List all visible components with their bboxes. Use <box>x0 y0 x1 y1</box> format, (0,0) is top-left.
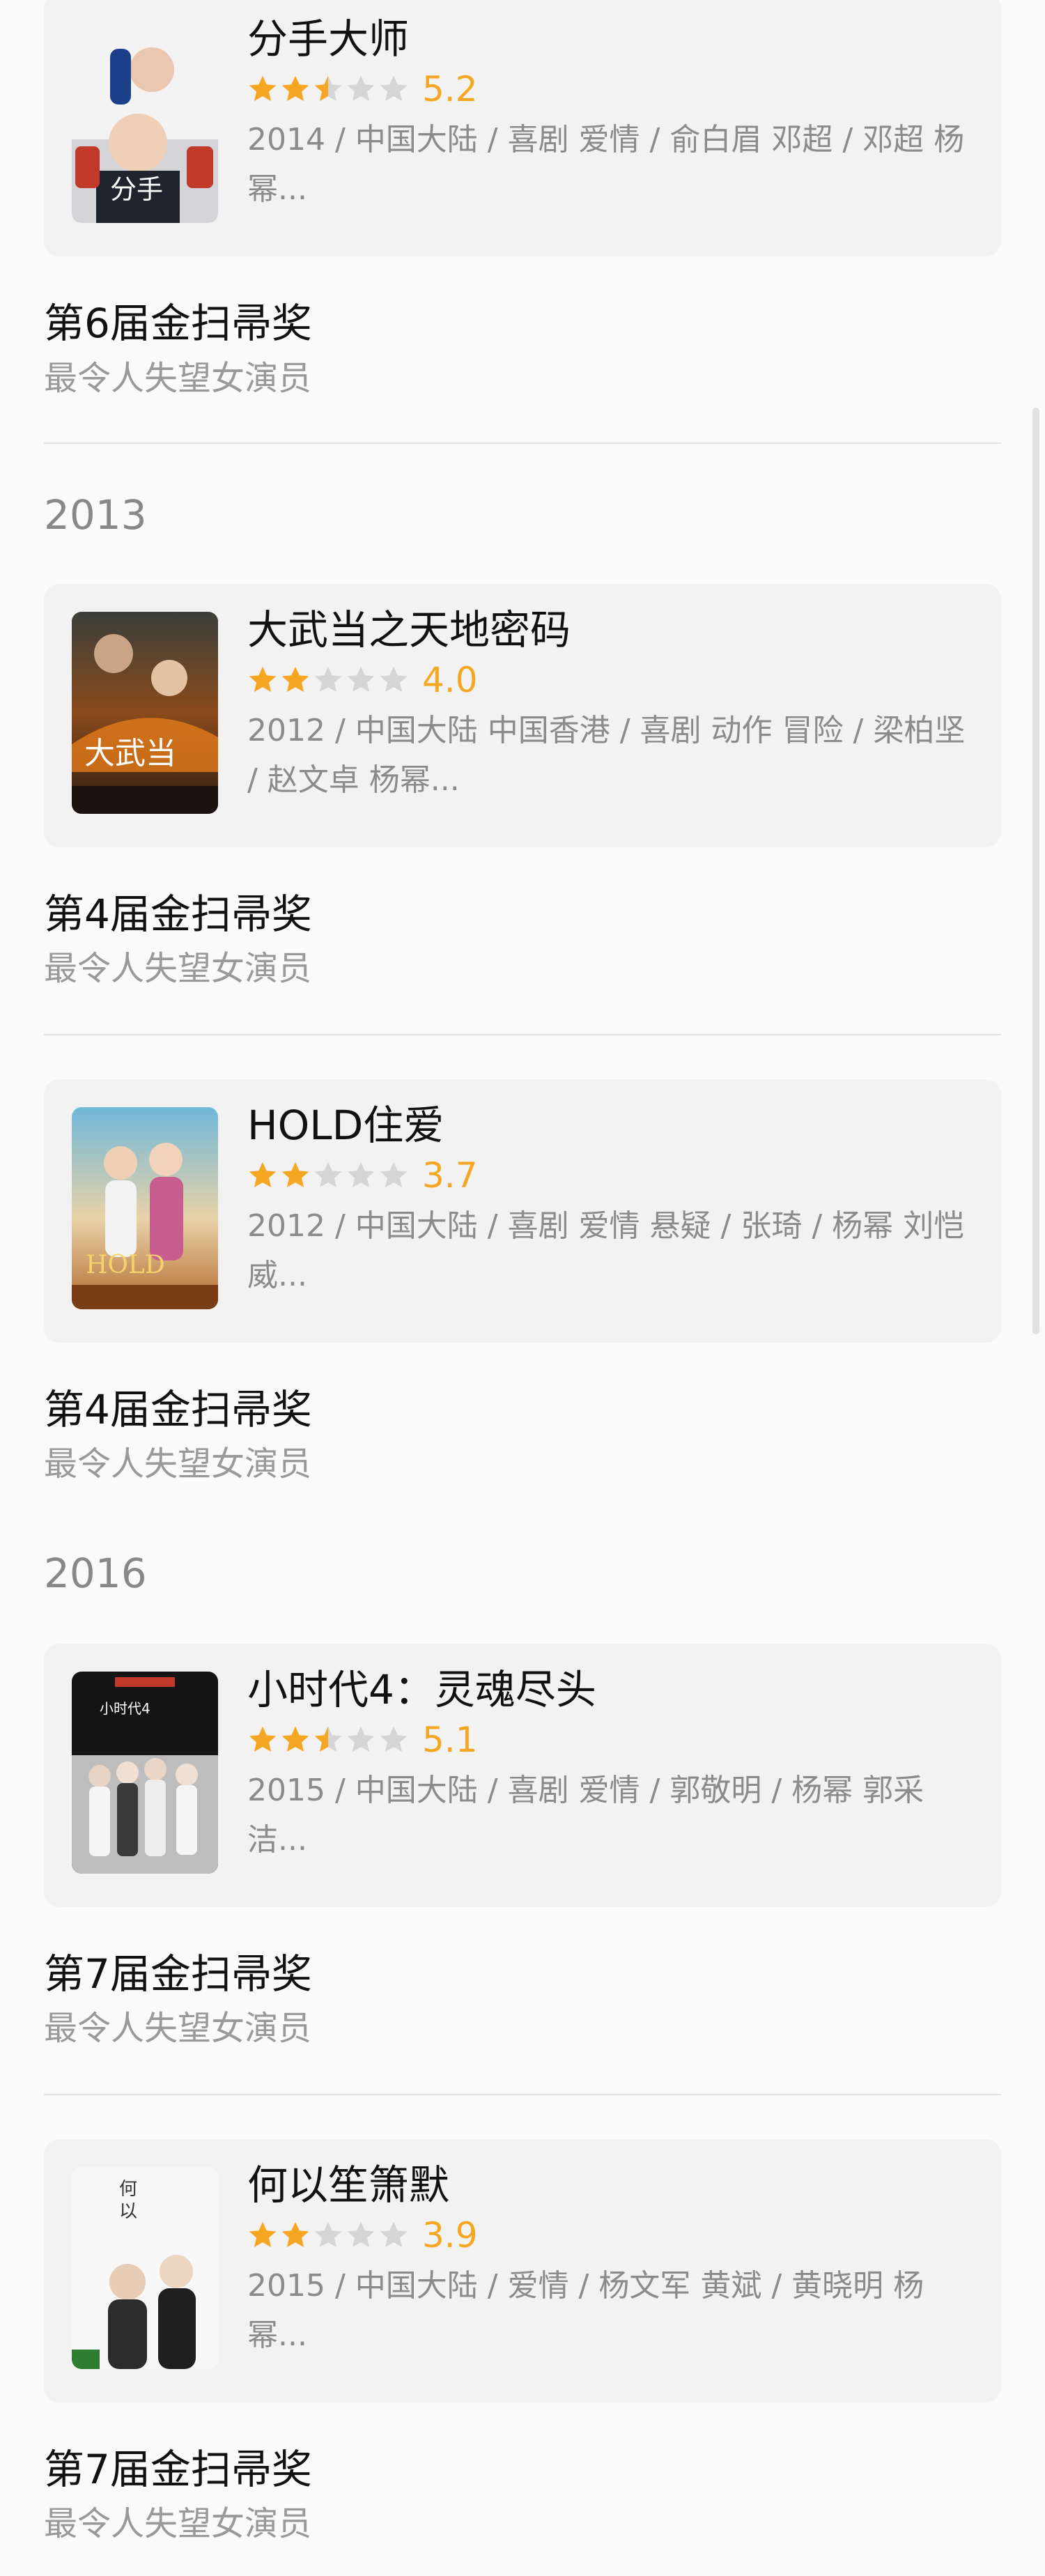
award-category: 最令人失望女演员 <box>44 2504 312 2543</box>
movie-card[interactable]: 大武当 大武当之天地密码 4.0 2012 / 中国大陆 中国香港 / 喜剧 动… <box>44 584 1001 847</box>
star-half-icon <box>314 1726 342 1752</box>
rating: 5.2 <box>247 69 478 109</box>
divider <box>44 1034 1001 1035</box>
rating-score: 5.1 <box>422 1720 478 1760</box>
star-filled-icon <box>281 1162 309 1188</box>
scrollbar[interactable] <box>1032 408 1039 1334</box>
movie-title: 何以笙箫默 <box>247 2161 450 2209</box>
star-filled-icon <box>249 1726 277 1752</box>
year-heading: 2013 <box>44 491 147 539</box>
star-filled-icon <box>249 1162 277 1188</box>
star-filled-icon <box>281 1726 309 1752</box>
movie-card[interactable]: 小时代4 小时代4：灵魂尽头 5.1 2015 / 中国大陆 / 喜剧 爱情 /… <box>44 1644 1001 1907</box>
movie-poster-0[interactable]: 分手 <box>72 21 218 223</box>
award-title: 第4届金扫帚奖 <box>44 890 312 938</box>
movie-meta: 2012 / 中国大陆 中国香港 / 喜剧 动作 冒险 / 梁柏坚 / 赵文卓 … <box>247 713 966 798</box>
rating: 3.9 <box>247 2215 478 2255</box>
movie-poster-4[interactable]: 何 以 <box>72 2167 218 2369</box>
award-title: 第7届金扫帚奖 <box>44 1950 312 1998</box>
svg-text:何: 何 <box>119 2179 137 2200</box>
award-category: 最令人失望女演员 <box>44 949 312 988</box>
award-category: 最令人失望女演员 <box>44 359 312 398</box>
star-rating-icon <box>247 2220 411 2251</box>
movie-meta: 2012 / 中国大陆 / 喜剧 爱情 悬疑 / 张琦 / 杨幂 刘恺威... <box>247 1208 965 1293</box>
rating-score: 3.9 <box>422 2215 478 2255</box>
movie-card[interactable]: 何 以 何以笙箫默 3.9 2015 / 中国大陆 / 爱情 / 杨文军 黄斌 … <box>44 2139 1001 2403</box>
svg-text:大武当: 大武当 <box>84 736 176 771</box>
star-empty-icon <box>380 666 408 693</box>
star-filled-icon <box>249 666 277 693</box>
rating-score: 5.2 <box>422 69 478 109</box>
star-empty-icon <box>347 1726 375 1752</box>
star-empty-icon <box>380 2221 408 2248</box>
star-empty-icon <box>347 2221 375 2248</box>
year-heading: 2016 <box>44 1550 147 1597</box>
movie-meta: 2014 / 中国大陆 / 喜剧 爱情 / 俞白眉 邓超 / 邓超 杨幂... <box>247 122 965 207</box>
award-title: 第4届金扫帚奖 <box>44 1386 312 1433</box>
movie-meta: 2015 / 中国大陆 / 喜剧 爱情 / 郭敬明 / 杨幂 郭采洁... <box>247 1773 924 1858</box>
award-category: 最令人失望女演员 <box>44 2009 312 2048</box>
star-rating-icon <box>247 74 411 105</box>
svg-text:分手: 分手 <box>110 174 163 205</box>
star-half-icon <box>314 75 342 102</box>
star-filled-icon <box>281 666 309 693</box>
movie-card[interactable]: HOLD HOLD住爱 3.7 2012 / 中国大陆 / 喜剧 爱情 悬疑 /… <box>44 1079 1001 1343</box>
rating: 5.1 <box>247 1720 478 1760</box>
rating-score: 4.0 <box>422 660 478 700</box>
movie-title: 分手大师 <box>247 15 410 63</box>
star-filled-icon <box>249 2221 277 2248</box>
movie-title: 小时代4：灵魂尽头 <box>247 1666 596 1713</box>
star-empty-icon <box>347 666 375 693</box>
movie-title: 大武当之天地密码 <box>247 606 571 654</box>
star-rating-icon <box>247 665 411 695</box>
movie-poster-3[interactable]: 小时代4 <box>72 1672 218 1874</box>
award-title: 第7届金扫帚奖 <box>44 2446 312 2493</box>
star-empty-icon <box>380 1162 408 1188</box>
star-empty-icon <box>314 666 342 693</box>
svg-text:小时代4: 小时代4 <box>100 1700 150 1717</box>
award-title: 第6届金扫帚奖 <box>44 300 312 347</box>
star-empty-icon <box>314 2221 342 2248</box>
svg-text:HOLD: HOLD <box>86 1251 165 1279</box>
movie-poster-2[interactable]: HOLD <box>72 1107 218 1309</box>
star-empty-icon <box>314 1162 342 1188</box>
star-empty-icon <box>347 75 375 102</box>
movie-title: HOLD住爱 <box>247 1102 444 1149</box>
movie-poster-1[interactable]: 大武当 <box>72 612 218 814</box>
rating: 3.7 <box>247 1155 478 1196</box>
svg-text:以: 以 <box>119 2201 137 2222</box>
rating: 4.0 <box>247 660 478 700</box>
star-filled-icon <box>249 75 277 102</box>
star-rating-icon <box>247 1725 411 1755</box>
star-empty-icon <box>380 1726 408 1752</box>
star-empty-icon <box>347 1162 375 1188</box>
divider <box>44 2094 1001 2095</box>
movie-card[interactable]: 分手 分手大师 5.2 2014 / 中国大陆 / 喜剧 爱情 / 俞白眉 邓超… <box>44 0 1001 256</box>
movie-meta: 2015 / 中国大陆 / 爱情 / 杨文军 黄斌 / 黄晓明 杨幂... <box>247 2268 924 2353</box>
rating-score: 3.7 <box>422 1155 478 1196</box>
award-category: 最令人失望女演员 <box>44 1444 312 1483</box>
star-empty-icon <box>380 75 408 102</box>
star-rating-icon <box>247 1160 411 1191</box>
star-filled-icon <box>281 2221 309 2248</box>
divider <box>44 442 1001 444</box>
star-filled-icon <box>281 75 309 102</box>
